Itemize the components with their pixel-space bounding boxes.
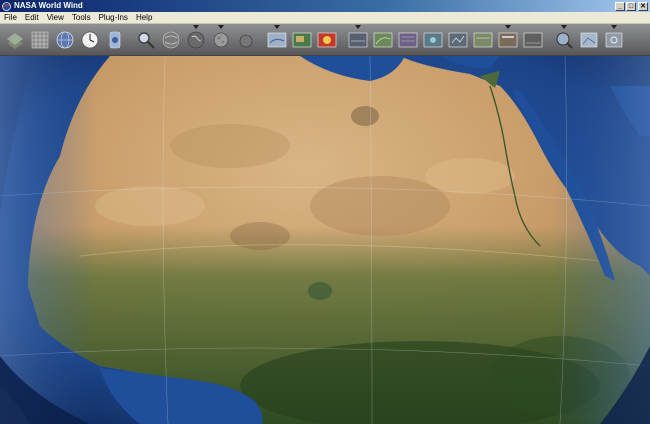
settings-icon xyxy=(605,32,623,47)
grid-lines-button[interactable] xyxy=(29,29,51,51)
layer-overlay-button-7[interactable] xyxy=(422,29,444,51)
map-icon xyxy=(580,32,598,47)
toolbar xyxy=(0,24,650,56)
title-bar[interactable]: NASA World Wind _ □ ✕ xyxy=(0,0,650,12)
placename-button[interactable] xyxy=(104,29,126,51)
layer-overlay-button-8[interactable] xyxy=(447,29,469,51)
earth-icon xyxy=(187,31,205,48)
globe-button[interactable] xyxy=(54,29,76,51)
earth-globe xyxy=(0,56,650,424)
layer-overlay-icon-3 xyxy=(317,32,337,47)
layer-overlay-button-10[interactable] xyxy=(497,24,519,51)
time-button[interactable] xyxy=(79,29,101,51)
globe-icon xyxy=(56,31,74,48)
layer-overlay-button-9[interactable] xyxy=(472,29,494,51)
layer-overlay-icon-10 xyxy=(498,32,518,47)
layer-overlay-icon-7 xyxy=(423,32,443,47)
maximize-button[interactable]: □ xyxy=(626,1,636,11)
mars-button[interactable] xyxy=(235,29,257,51)
menu-file[interactable]: File xyxy=(0,12,21,24)
layer-overlay-icon-4 xyxy=(348,32,368,47)
layer-overlay-icon-5 xyxy=(373,32,393,47)
layer-overlay-icon-1 xyxy=(267,32,287,47)
layer-overlay-button-11[interactable] xyxy=(522,29,544,51)
menu-plugins[interactable]: Plug-Ins xyxy=(95,12,132,24)
layer-overlay-button-2[interactable] xyxy=(291,29,313,51)
close-button[interactable]: ✕ xyxy=(638,1,648,11)
search-icon xyxy=(138,31,155,49)
moon-icon xyxy=(213,32,229,47)
placename-icon xyxy=(109,31,121,48)
layer-overlay-icon-6 xyxy=(398,32,418,47)
layer-overlay-button-3[interactable] xyxy=(316,29,338,51)
layer-overlay-button-6[interactable] xyxy=(397,29,419,51)
layer-overlay-button-5[interactable] xyxy=(372,29,394,51)
map-button[interactable] xyxy=(578,29,600,51)
search-button[interactable] xyxy=(135,29,157,51)
mars-icon xyxy=(239,34,253,47)
menu-bar: File Edit View Tools Plug-Ins Help xyxy=(0,12,650,24)
settings-button[interactable] xyxy=(603,24,625,51)
window-title: NASA World Wind xyxy=(14,1,83,10)
layer-manager-button[interactable] xyxy=(4,29,26,51)
layer-overlay-icon-11 xyxy=(523,32,543,47)
menu-tools[interactable]: Tools xyxy=(68,12,95,24)
moon-button[interactable] xyxy=(210,24,232,51)
layer-overlay-icon-8 xyxy=(448,32,468,47)
layer-manager-icon xyxy=(7,32,23,49)
menu-help[interactable]: Help xyxy=(132,12,156,24)
earth-button[interactable] xyxy=(185,24,207,51)
app-logo-icon xyxy=(2,1,11,11)
zoom-button[interactable] xyxy=(553,24,575,51)
app-window: NASA World Wind _ □ ✕ File Edit View Too… xyxy=(0,0,650,424)
layer-overlay-button-4[interactable] xyxy=(347,24,369,51)
menu-view[interactable]: View xyxy=(43,12,68,24)
globe-viewport[interactable] xyxy=(0,56,650,424)
boundaries-button[interactable] xyxy=(160,29,182,51)
minimize-button[interactable]: _ xyxy=(615,1,625,11)
boundaries-icon xyxy=(162,31,180,48)
menu-edit[interactable]: Edit xyxy=(21,12,43,24)
grid-lines-icon xyxy=(31,31,49,48)
layer-overlay-icon-9 xyxy=(473,32,493,47)
zoom-icon xyxy=(556,32,573,49)
clock-icon xyxy=(81,31,99,48)
layer-overlay-icon-2 xyxy=(292,32,312,47)
layer-overlay-button-1[interactable] xyxy=(266,24,288,51)
